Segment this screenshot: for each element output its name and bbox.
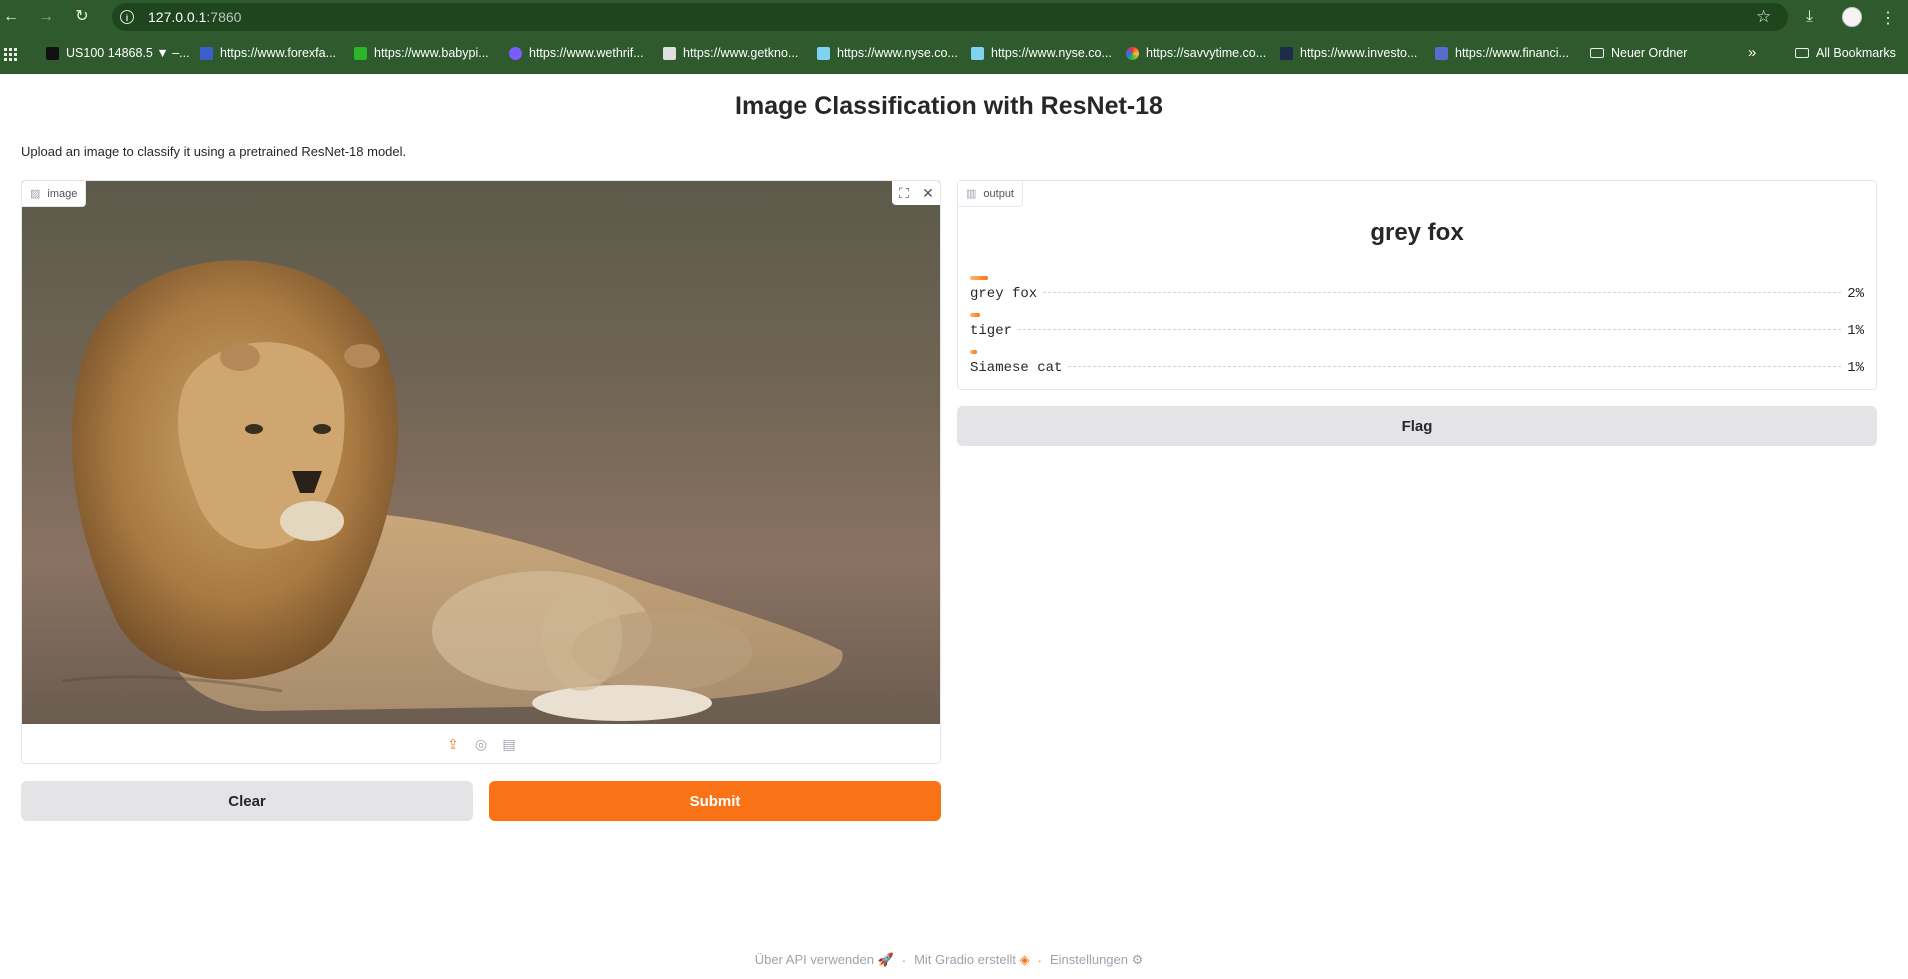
gear-icon: ⚙	[1131, 952, 1144, 967]
bookmark-label: https://www.financi...	[1455, 46, 1569, 60]
bookmarks-bar: US100 14868.5 ▼ –... https://www.forexfa…	[0, 36, 1908, 72]
bookmark-star-icon[interactable]: ☆	[1756, 7, 1771, 27]
favicon-icon	[46, 46, 59, 60]
folder-icon	[1795, 48, 1809, 58]
bookmark-label: Neuer Ordner	[1611, 46, 1688, 60]
folder-icon	[1590, 48, 1604, 58]
bookmark-item[interactable]: https://www.financi...	[1435, 46, 1569, 60]
confidence-percent: 2%	[1841, 286, 1864, 302]
output-label: output	[983, 187, 1014, 200]
predicted-class: grey fox	[1370, 219, 1464, 246]
bookmark-item[interactable]: https://www.nyse.co...	[971, 46, 1112, 60]
page-title: Image Classification with ResNet-18	[735, 92, 1163, 120]
bookmark-label: https://www.nyse.co...	[837, 46, 958, 60]
image-label-tag: ▨ image	[22, 181, 87, 207]
back-icon[interactable]: ←	[2, 8, 20, 26]
url-text[interactable]: 127.0.0.1:7860	[148, 9, 241, 25]
bookmark-item[interactable]: https://www.wethrif...	[509, 46, 644, 60]
uploaded-image[interactable]	[22, 181, 940, 724]
confidence-percent: 1%	[1841, 360, 1864, 376]
image-input-panel[interactable]: ▨ image ⛶ ✕ ⇪ ◎ ▤	[21, 180, 941, 764]
reload-icon[interactable]: ↻	[73, 8, 91, 26]
bar-chart-icon: ▥	[966, 188, 977, 200]
favicon-icon	[200, 46, 213, 60]
output-panel: ▥ output grey fox grey fox 2% tiger 1% Siam…	[957, 180, 1877, 390]
class-label: grey fox	[970, 286, 1044, 302]
use-api-link[interactable]: Über API verwenden 🚀	[755, 952, 894, 968]
bookmarks-overflow[interactable]: »	[1748, 44, 1756, 61]
menu-kebab-icon[interactable]: ⋮	[1880, 8, 1896, 28]
bookmark-label: US100 14868.5 ▼ –...	[66, 46, 190, 60]
download-icon[interactable]: ⤓	[1806, 8, 1813, 26]
confidence-bar	[970, 276, 988, 280]
bookmark-item[interactable]: https://www.getkno...	[663, 46, 798, 60]
profile-avatar[interactable]	[1842, 7, 1862, 27]
confidence-row[interactable]: tiger 1%	[970, 313, 1864, 343]
confidence-percent: 1%	[1841, 323, 1864, 339]
footer-separator: ·	[1037, 952, 1042, 968]
favicon-icon	[354, 46, 367, 60]
flag-button[interactable]: Flag	[957, 406, 1877, 446]
bookmark-label: https://savvytime.co...	[1146, 46, 1267, 60]
favicon-icon	[1435, 46, 1448, 60]
bookmark-item[interactable]: https://www.forexfa...	[200, 46, 336, 60]
favicon-icon	[1280, 46, 1293, 60]
bookmark-item[interactable]: https://www.nyse.co...	[817, 46, 958, 60]
settings-link[interactable]: Einstellungen ⚙	[1050, 952, 1143, 968]
gradio-logo-icon: ◈	[1019, 952, 1030, 967]
confidence-bar	[970, 350, 977, 354]
upload-icon[interactable]: ⇪	[444, 735, 462, 753]
forward-icon[interactable]: →	[37, 8, 55, 26]
gradio-link[interactable]: Mit Gradio erstellt ◈	[914, 952, 1030, 968]
bookmark-item[interactable]: https://savvytime.co...	[1126, 46, 1266, 60]
image-label: image	[47, 187, 78, 200]
rocket-icon: 🚀	[877, 952, 894, 967]
footer-separator: ·	[901, 952, 907, 968]
submit-button[interactable]: Submit	[489, 781, 941, 821]
site-info-icon[interactable]: i	[120, 10, 134, 24]
clear-button[interactable]: Clear	[21, 781, 473, 821]
bookmark-label: https://www.nyse.co...	[991, 46, 1112, 60]
bookmark-label: https://www.investo...	[1300, 46, 1418, 60]
confidence-bar	[970, 313, 980, 317]
bookmark-item[interactable]: https://www.babypi...	[354, 46, 489, 60]
browser-toolbar: ← → ↻ i 127.0.0.1:7860 ☆ ⤓ ⋮	[0, 0, 1908, 34]
lion-image	[22, 181, 940, 724]
footer: Über API verwenden 🚀 · Mit Gradio erstel…	[0, 952, 1898, 968]
browser-chrome: ← → ↻ i 127.0.0.1:7860 ☆ ⤓ ⋮ US100 14868…	[0, 0, 1908, 74]
class-label: Siamese cat	[970, 360, 1069, 376]
bookmark-label: https://www.wethrif...	[529, 46, 644, 60]
fullscreen-icon[interactable]: ⛶	[892, 181, 916, 205]
all-bookmarks-label: All Bookmarks	[1816, 46, 1896, 60]
close-icon[interactable]: ✕	[916, 181, 940, 205]
dotted-leader	[1068, 366, 1842, 367]
favicon-icon	[509, 46, 522, 60]
favicon-icon	[817, 46, 830, 60]
image-source-selector: ⇪ ◎ ▤	[22, 724, 940, 763]
bookmark-item[interactable]: US100 14868.5 ▼ –...	[46, 46, 190, 60]
bookmark-label: https://www.forexfa...	[220, 46, 337, 60]
class-label: tiger	[970, 323, 1019, 339]
confidence-row[interactable]: grey fox 2%	[970, 276, 1864, 306]
page-description: Upload an image to classify it using a p…	[21, 144, 407, 159]
dotted-leader	[1043, 292, 1842, 293]
clipboard-icon[interactable]: ▤	[500, 735, 518, 753]
image-tools: ⛶ ✕	[892, 181, 940, 205]
dotted-leader	[1018, 329, 1842, 330]
bookmark-folder[interactable]: Neuer Ordner	[1590, 46, 1687, 60]
image-icon: ▨	[30, 188, 41, 200]
bookmark-label: https://www.babypi...	[374, 46, 489, 60]
favicon-icon	[663, 46, 676, 60]
all-bookmarks[interactable]: All Bookmarks	[1795, 46, 1896, 60]
favicon-icon	[971, 46, 984, 60]
address-bar[interactable]: i 127.0.0.1:7860	[112, 3, 1788, 31]
webcam-icon[interactable]: ◎	[472, 735, 490, 753]
confidence-row[interactable]: Siamese cat 1%	[970, 350, 1864, 380]
favicon-icon	[1126, 46, 1139, 60]
output-label-tag: ▥ output	[958, 181, 1023, 207]
apps-grid-icon[interactable]	[4, 48, 17, 61]
bookmark-label: https://www.getkno...	[683, 46, 799, 60]
bookmark-item[interactable]: https://www.investo...	[1280, 46, 1417, 60]
